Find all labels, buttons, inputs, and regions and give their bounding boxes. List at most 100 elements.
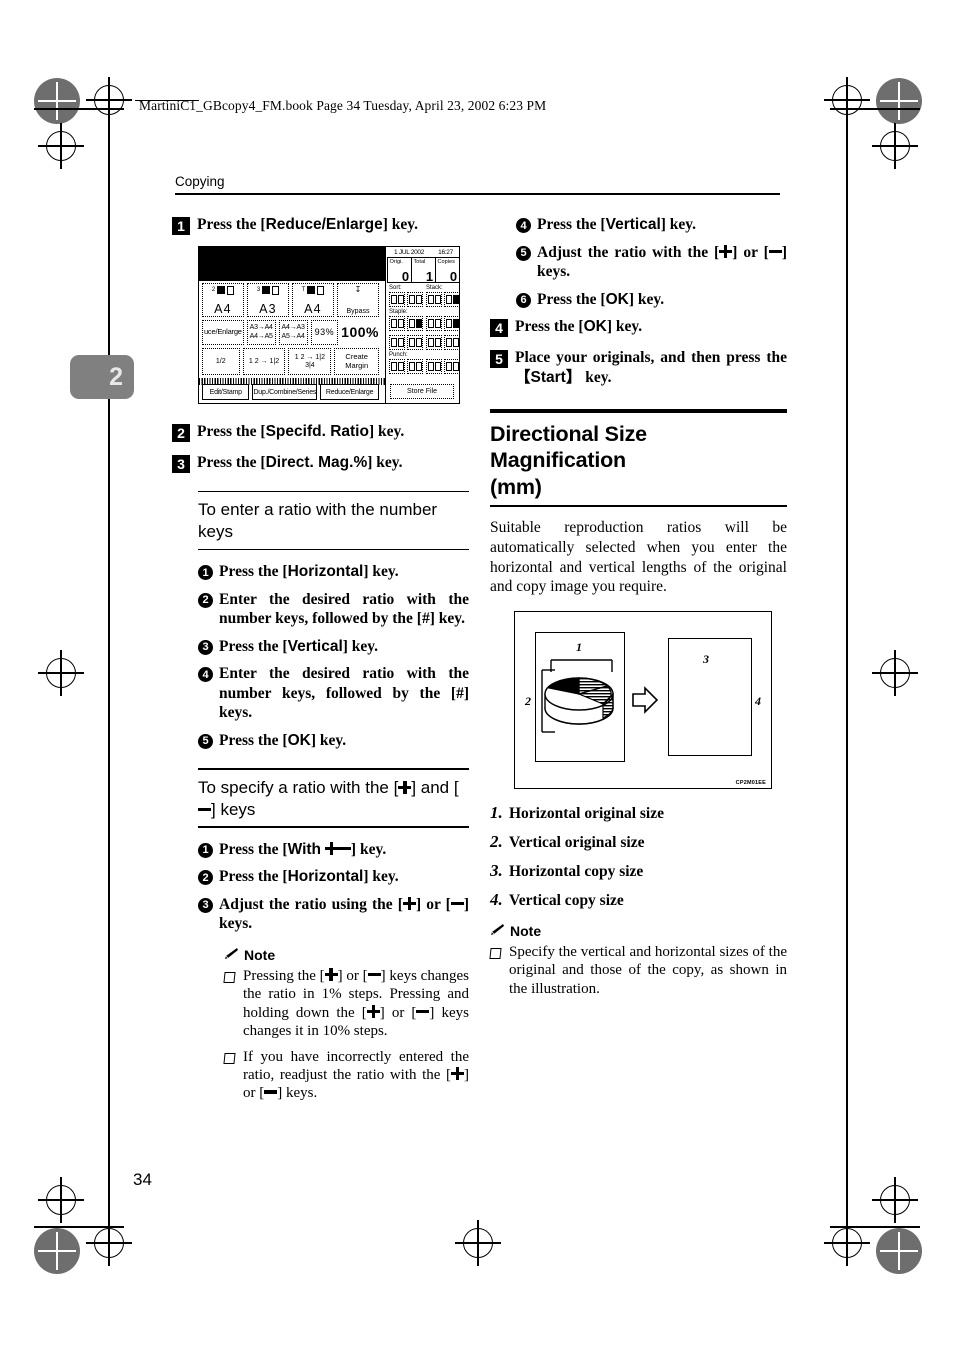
tray-3-page-icon [317, 285, 325, 295]
lcd-bypass-button[interactable]: ↧ Bypass [337, 283, 379, 317]
step-1-suffix: ] key. [382, 216, 419, 233]
crop-mark-left-middle [38, 650, 84, 696]
lcd-tab-reduce-enlarge[interactable]: Reduce/Enlarge [320, 384, 379, 400]
s4-prefix: Press the [ [515, 318, 584, 336]
lcd-create-margin-button[interactable]: Create Margin [334, 348, 380, 375]
cont-substep-6-text: Press the [OK] key. [537, 290, 664, 310]
numberkeys-substep-5-number: 5 [198, 733, 213, 749]
section-heading-block: Directional Size Magnification (mm) [490, 409, 787, 508]
lcd-ratio-93-button[interactable]: 93% [310, 320, 339, 345]
lcd-stack-button-1[interactable] [426, 292, 442, 307]
step-4: 4 Press the [OK] key. [490, 317, 787, 338]
caption-item-4-number: 4. [490, 889, 503, 909]
lcd-staple-button-3[interactable] [426, 316, 442, 331]
lcd-tray-button-2[interactable]: 3 A3 [247, 283, 289, 317]
lcd-tray-button-3[interactable]: T A4 [292, 283, 334, 317]
lcd-punch-button-2[interactable] [407, 359, 423, 374]
illustration-label-2: 2 [525, 693, 531, 708]
step-3-key: Direct. Mag.% [265, 454, 368, 471]
lcd-tab-dup-combine-series[interactable]: Dup./Combine/Series [252, 384, 318, 400]
lcd-staple-button-2[interactable] [407, 316, 423, 331]
plus-icon-3 [402, 896, 416, 910]
note-bullet-icon-2 [223, 1052, 236, 1064]
pm1-key: With [287, 840, 322, 858]
crop-mark-right-middle [872, 650, 918, 696]
lcd-stack-buttons [426, 292, 460, 307]
cont-substep-5-text: Adjust the ratio with the [] or [] keys. [537, 243, 787, 282]
step-4-text: Press the [OK] key. [515, 317, 642, 337]
step-3: 3 Press the [Direct. Mag.%] key. [172, 453, 469, 473]
lcd-staple-button-5[interactable] [389, 335, 405, 350]
trim-line-bottom [34, 1226, 124, 1228]
cont-substep-5-number: 5 [516, 245, 531, 261]
step-2-prefix: Press the [ [197, 423, 266, 440]
lcd-sort-button-1[interactable] [389, 292, 405, 307]
tray-1-page-icon [227, 285, 235, 295]
registration-mark-top-left [34, 78, 80, 124]
plusminus-substep-1-text: Press the [With ] key. [219, 840, 386, 860]
lcd-staple-button-8[interactable] [444, 335, 460, 350]
lcd-ratio-preset-1[interactable]: A3→A4 A4→A5 [246, 320, 276, 345]
section-heading-line2: (mm) [490, 474, 542, 499]
lcd-function-button-1[interactable]: 1/2 [202, 348, 240, 375]
lcd-tray-button-1[interactable]: 2 A4 [202, 283, 244, 317]
ln2-p3: ] keys. [277, 1085, 318, 1102]
step-5-text: Place your originals, and then press the… [515, 348, 787, 387]
lcd-function-button-3[interactable]: 1 2 → 1|2 3|4 [288, 348, 332, 375]
plusminus-substep-1-number: 1 [198, 842, 213, 858]
lcd-staple-button-4[interactable] [444, 316, 460, 331]
caption-item-4-text: Vertical copy size [509, 891, 624, 909]
lcd-current-ratio-value: 100% [341, 324, 379, 341]
tray-3-icons: T [293, 285, 333, 295]
crop-mark-left-lower [38, 1177, 84, 1223]
cont-substep-4-text: Press the [Vertical] key. [537, 215, 696, 235]
numberkeys-substep-1-number: 1 [198, 565, 213, 581]
running-head: Copying [175, 174, 225, 189]
lcd-reduce-enlarge-button[interactable]: uce/Enlarge [202, 320, 244, 345]
lcd-store-file-button[interactable]: Store File [390, 384, 454, 399]
lcd-function-button-2[interactable]: 1 2 → 1|2 [242, 348, 286, 375]
lcd-tab-edit-stamp[interactable]: Edit/Stamp [202, 384, 250, 400]
pm2-key: Horizontal [287, 868, 364, 886]
number-keys-steps-list: 1 Press the [Horizontal] key. 2 Enter th… [172, 562, 469, 750]
plusminus-substep-3-text: Adjust the ratio using the [] or [] keys… [219, 895, 469, 934]
trim-line-upper-left [34, 108, 124, 110]
lcd-ratio-preset-2[interactable]: A4→A3 A5→A4 [278, 320, 308, 345]
pencil-icon [224, 947, 239, 963]
crop-mark-bottom-center [455, 1220, 501, 1266]
numberkeys-substep-4-number: 4 [198, 667, 213, 683]
lcd-punch-button-1[interactable] [389, 359, 405, 374]
lcd-staple-button-7[interactable] [426, 335, 442, 350]
lcd-sort-button-2[interactable] [407, 292, 423, 307]
plus-icon [398, 780, 412, 794]
illustration-label-4: 4 [755, 693, 761, 708]
trim-line-top [108, 108, 110, 1238]
tray-1-size: A4 [214, 301, 232, 316]
plus-icon-5 [366, 1004, 380, 1018]
plus-icon-4 [324, 967, 338, 981]
plus-icon-2 [324, 841, 338, 855]
cs5-suffix: ] or [ [732, 243, 769, 261]
lcd-staple-buttons-row1b [426, 316, 460, 331]
step-4-number: 4 [490, 319, 508, 338]
left-note-item-2-text: If you have incorrectly entered the rati… [243, 1048, 469, 1103]
right-note-heading: Note [490, 923, 787, 939]
tray-2-index: 3 [256, 287, 261, 293]
lcd-finisher-pane: Sort: Stack: Staple: Punch: Store File [385, 247, 460, 403]
lcd-staple-button-6[interactable] [407, 335, 423, 350]
lcd-punch-button-4[interactable] [444, 359, 460, 374]
caption-item-1-number: 1. [490, 802, 503, 822]
lcd-punch-button-3[interactable] [426, 359, 442, 374]
lcd-ratio-preset-1-line2: A4→A5 [249, 332, 273, 340]
lcd-sort-buttons [389, 292, 423, 307]
lcd-staple-button-1[interactable] [389, 316, 405, 331]
step-3-number: 3 [172, 455, 190, 473]
numberkeys-substep-2: 2 Enter the desired ratio with the numbe… [198, 590, 469, 629]
numberkeys-substep-2-number: 2 [198, 592, 213, 608]
section-heading: Directional Size Magnification (mm) [490, 413, 787, 500]
lcd-stack-button-2[interactable] [444, 292, 460, 307]
page-number: 34 [133, 1170, 152, 1189]
subheading-number-keys: To enter a ratio with the number keys [198, 500, 438, 542]
crop-mark-right-upper [872, 123, 918, 169]
pm3-suffix: ] or [ [415, 895, 451, 913]
